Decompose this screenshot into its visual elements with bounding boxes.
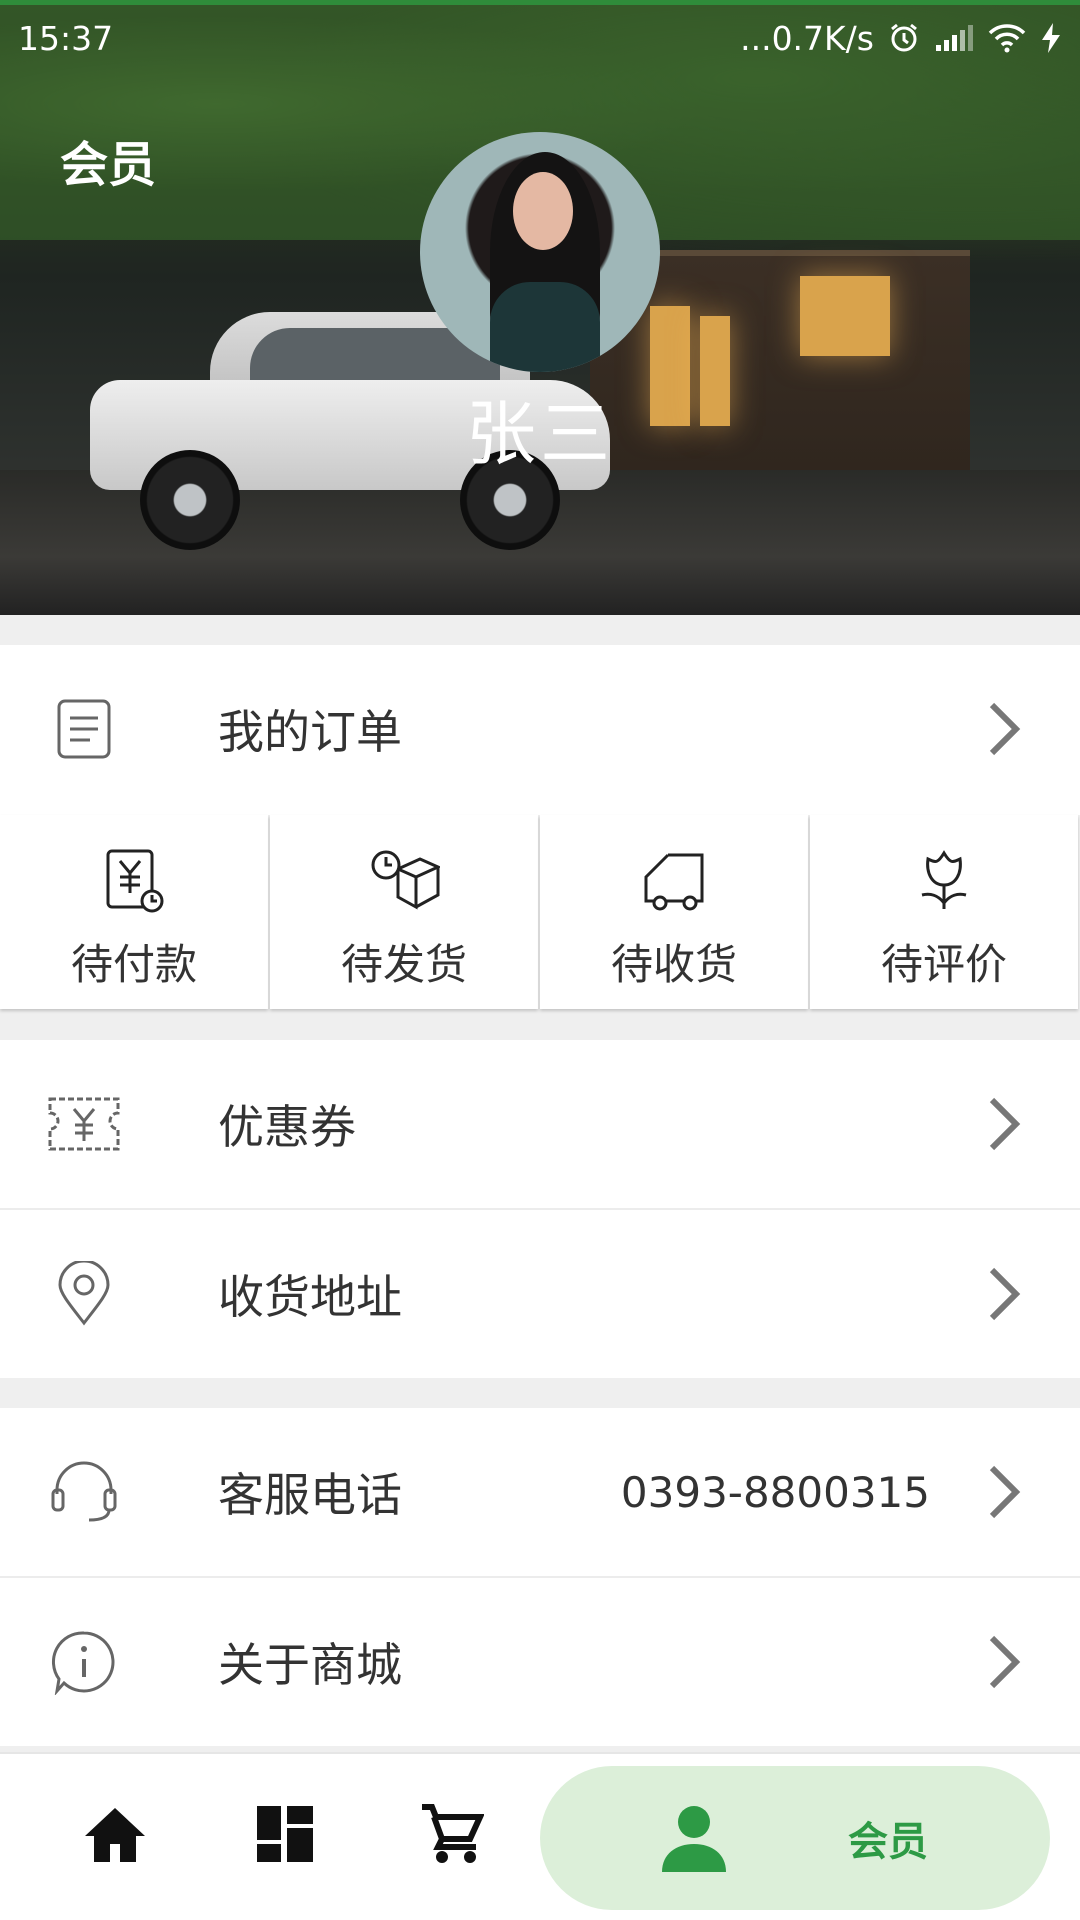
signal-icon bbox=[936, 25, 973, 51]
service-phone-number[interactable]: 0393-8800315 bbox=[621, 1468, 930, 1517]
order-list-icon bbox=[44, 689, 124, 769]
wifi-icon bbox=[988, 24, 1026, 53]
location-icon bbox=[44, 1254, 124, 1334]
my-orders-row[interactable]: 我的订单 bbox=[0, 645, 1080, 813]
service-phone-row[interactable]: 客服电话 0393-8800315 bbox=[0, 1408, 1080, 1576]
alarm-icon bbox=[891, 23, 917, 52]
charging-icon bbox=[1042, 23, 1060, 53]
pending-receipt-icon bbox=[644, 853, 704, 911]
order-status-tabs: 待付款 待发货 待收货 待评价 bbox=[0, 815, 1080, 1011]
tab-pending-receipt[interactable]: 待收货 bbox=[540, 815, 808, 1009]
nav-home[interactable] bbox=[75, 1794, 155, 1874]
network-speed: ...0.7K/s bbox=[740, 18, 874, 58]
pending-review-icon bbox=[921, 850, 967, 909]
my-orders-label: 我的订单 bbox=[218, 705, 402, 759]
service-about-card: 客服电话 0393-8800315 关于商城 bbox=[0, 1408, 1080, 1746]
chevron-right-icon bbox=[989, 1465, 1021, 1519]
nav-category[interactable] bbox=[245, 1794, 325, 1874]
tab-pending-review[interactable]: 待评价 bbox=[810, 815, 1078, 1009]
coupons-row[interactable]: 优惠券 bbox=[0, 1040, 1080, 1208]
status-time: 15:37 bbox=[18, 18, 114, 58]
headset-icon bbox=[44, 1452, 124, 1532]
tab-pending-shipment-label: 待发货 bbox=[340, 940, 467, 989]
coupon-icon bbox=[44, 1084, 124, 1164]
tab-pending-payment-label: 待付款 bbox=[70, 940, 197, 989]
nav-member-label: 会员 bbox=[848, 1819, 928, 1865]
tab-pending-payment[interactable]: 待付款 bbox=[0, 815, 268, 1009]
coupons-label: 优惠券 bbox=[218, 1100, 356, 1154]
bottom-nav: 会员 bbox=[0, 1752, 1080, 1920]
chevron-right-icon bbox=[989, 1097, 1021, 1151]
address-row[interactable]: 收货地址 bbox=[0, 1210, 1080, 1378]
orders-card: 我的订单 bbox=[0, 645, 1080, 815]
nav-cart[interactable] bbox=[412, 1794, 492, 1874]
pending-payment-icon bbox=[106, 849, 164, 913]
username: 张三 bbox=[466, 393, 614, 475]
chevron-right-icon bbox=[989, 1635, 1021, 1689]
status-bar: 15:37 ...0.7K/s bbox=[0, 5, 1080, 71]
tab-pending-review-label: 待评价 bbox=[880, 940, 1007, 989]
address-label: 收货地址 bbox=[218, 1270, 402, 1324]
tab-pending-shipment[interactable]: 待发货 bbox=[270, 815, 538, 1009]
member-icon bbox=[662, 1806, 726, 1872]
chevron-right-icon bbox=[989, 1267, 1021, 1321]
about-mall-label: 关于商城 bbox=[218, 1638, 402, 1692]
pending-shipment-icon bbox=[371, 850, 440, 910]
tab-pending-receipt-label: 待收货 bbox=[610, 940, 737, 989]
about-mall-row[interactable]: 关于商城 bbox=[0, 1578, 1080, 1746]
category-icon bbox=[257, 1806, 313, 1862]
nav-member[interactable]: 会员 bbox=[540, 1766, 1050, 1910]
home-icon bbox=[85, 1808, 145, 1862]
chevron-right-icon bbox=[989, 702, 1021, 756]
coupon-address-card: 优惠券 收货地址 bbox=[0, 1040, 1080, 1378]
cart-icon bbox=[422, 1804, 484, 1863]
page-title: 会员 bbox=[60, 137, 157, 193]
service-phone-label: 客服电话 bbox=[218, 1468, 402, 1522]
avatar[interactable] bbox=[420, 132, 660, 372]
info-icon bbox=[44, 1622, 124, 1702]
